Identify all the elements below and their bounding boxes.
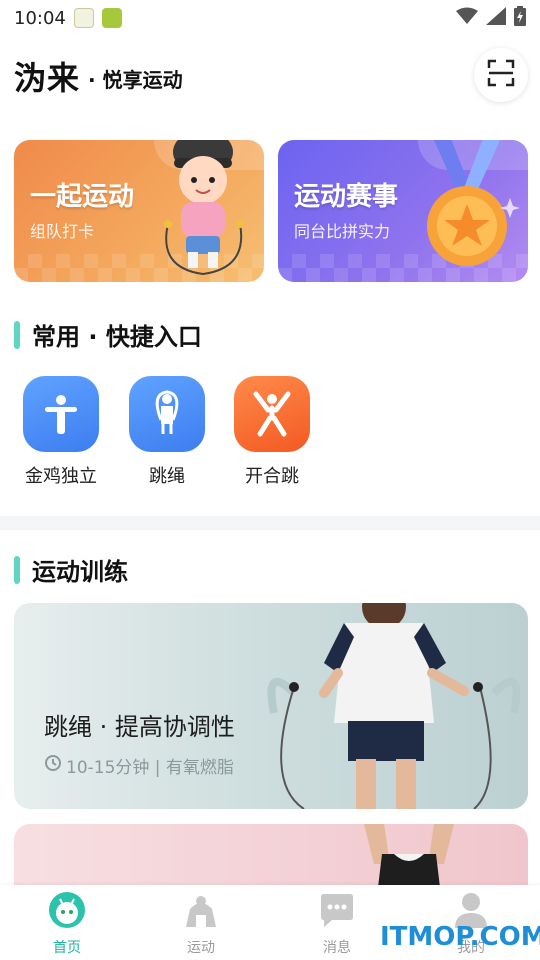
shortcut-label: 开合跳: [245, 466, 299, 487]
jump-rope-athlete-photo: [264, 603, 528, 809]
section-divider: [0, 516, 540, 530]
scan-icon: [487, 59, 515, 91]
sport-event-card[interactable]: 运动赛事 同台比拼实力: [278, 140, 528, 282]
training-meta: 10-15分钟 | 有氧燃脂: [44, 753, 234, 778]
tab-label: 首页: [53, 940, 81, 956]
battery-icon: [514, 6, 526, 30]
tab-label: 运动: [187, 940, 215, 956]
status-bar: 10:04: [0, 0, 540, 36]
brand-name: 沩来: [14, 59, 81, 97]
stand-one-leg-icon: [23, 376, 99, 452]
card-title: 运动赛事: [294, 182, 399, 212]
training-section-header: 运动训练: [14, 552, 128, 587]
sport-icon: [182, 891, 220, 933]
card-subtitle: 同台比拼实力: [294, 222, 391, 241]
clock-icon: [44, 754, 62, 777]
jump-rope-icon: [129, 376, 205, 452]
training-duration-tags: 10-15分钟 | 有氧燃脂: [66, 758, 234, 778]
shortcut-label: 金鸡独立: [25, 466, 97, 487]
training-title: 跳绳 · 提高协调性: [44, 713, 235, 741]
together-sport-card[interactable]: 一起运动 组队打卡: [14, 140, 264, 282]
shortcut-jumping-jack[interactable]: 开合跳: [224, 376, 320, 488]
home-mascot-icon: [48, 891, 86, 933]
tab-messages[interactable]: 消息: [297, 891, 377, 957]
shortcut-golden-rooster[interactable]: 金鸡独立: [13, 376, 109, 488]
jumping-jack-icon: [234, 376, 310, 452]
app-header: 沩来 · 悦享运动: [0, 46, 540, 106]
tab-label: 消息: [323, 940, 351, 956]
section-title: 常用 · 快捷入口: [32, 323, 202, 351]
section-accent-bar: [14, 555, 20, 584]
shortcut-label: 跳绳: [149, 466, 185, 487]
watermark: ITMOP.COM: [380, 922, 540, 952]
training-card-jump-rope[interactable]: 跳绳 · 提高协调性 10-15分钟 | 有氧燃脂: [14, 603, 528, 809]
scan-button[interactable]: [474, 48, 528, 102]
section-title: 运动训练: [32, 558, 128, 586]
brand-slogan: · 悦享运动: [88, 67, 183, 92]
wifi-icon: [456, 7, 478, 29]
kid-jump-rope-illustration: [148, 140, 258, 282]
notification-app-icon: [73, 8, 94, 28]
card-subtitle: 组队打卡: [30, 222, 95, 241]
shortcut-jump-rope[interactable]: 跳绳: [119, 376, 215, 488]
medal-illustration: [412, 140, 522, 282]
signal-icon: [486, 7, 506, 29]
message-icon: [318, 891, 356, 933]
shortcuts-section-header: 常用 · 快捷入口: [14, 317, 202, 352]
tab-home[interactable]: 首页: [27, 891, 107, 957]
section-accent-bar: [14, 320, 20, 349]
notification-app-icon: [101, 8, 122, 28]
tab-sport[interactable]: 运动: [161, 891, 241, 957]
card-title: 一起运动: [30, 182, 135, 212]
status-time: 10:04: [14, 7, 66, 29]
